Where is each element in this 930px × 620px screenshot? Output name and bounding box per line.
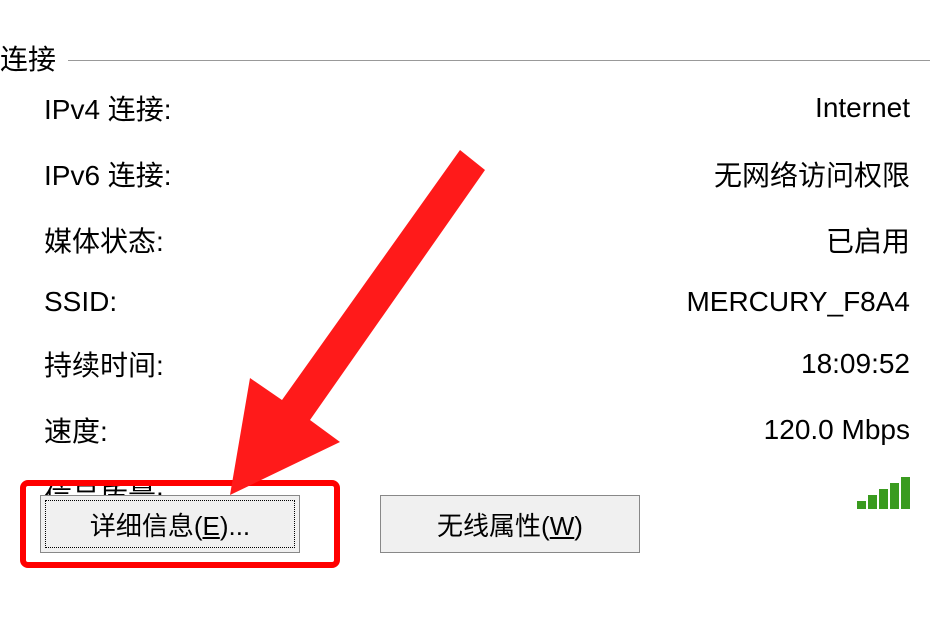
speed-value: 120.0 Mbps	[764, 414, 910, 446]
signal-bars-icon	[857, 477, 910, 509]
duration-value: 18:09:52	[801, 348, 910, 380]
ipv6-label: IPv6 连接:	[44, 154, 172, 194]
speed-row: 速度: 120.0 Mbps	[44, 410, 910, 450]
ssid-row: SSID: MERCURY_F8A4	[44, 286, 910, 318]
ipv6-row: IPv6 连接: 无网络访问权限	[44, 154, 910, 194]
speed-label: 速度:	[44, 410, 108, 450]
ipv4-value: Internet	[815, 92, 910, 124]
duration-label: 持续时间:	[44, 344, 164, 384]
media-state-label: 媒体状态:	[44, 220, 164, 260]
duration-row: 持续时间: 18:09:52	[44, 344, 910, 384]
section-title: 连接	[0, 38, 68, 78]
ipv4-row: IPv4 连接: Internet	[44, 88, 910, 128]
section-divider	[68, 60, 930, 61]
media-state-row: 媒体状态: 已启用	[44, 220, 910, 260]
section-header: 连接	[0, 38, 930, 78]
media-state-value: 已启用	[826, 220, 910, 260]
wireless-properties-button[interactable]: 无线属性(W)	[380, 495, 640, 553]
ssid-value: MERCURY_F8A4	[686, 286, 910, 318]
signal-quality-value	[857, 477, 910, 516]
button-row: 详细信息(E)... 无线属性(W)	[40, 495, 640, 553]
ssid-label: SSID:	[44, 286, 117, 318]
details-button[interactable]: 详细信息(E)...	[40, 495, 300, 553]
ipv4-label: IPv4 连接:	[44, 88, 172, 128]
connection-info-list: IPv4 连接: Internet IPv6 连接: 无网络访问权限 媒体状态:…	[44, 88, 910, 542]
ipv6-value: 无网络访问权限	[714, 154, 910, 194]
